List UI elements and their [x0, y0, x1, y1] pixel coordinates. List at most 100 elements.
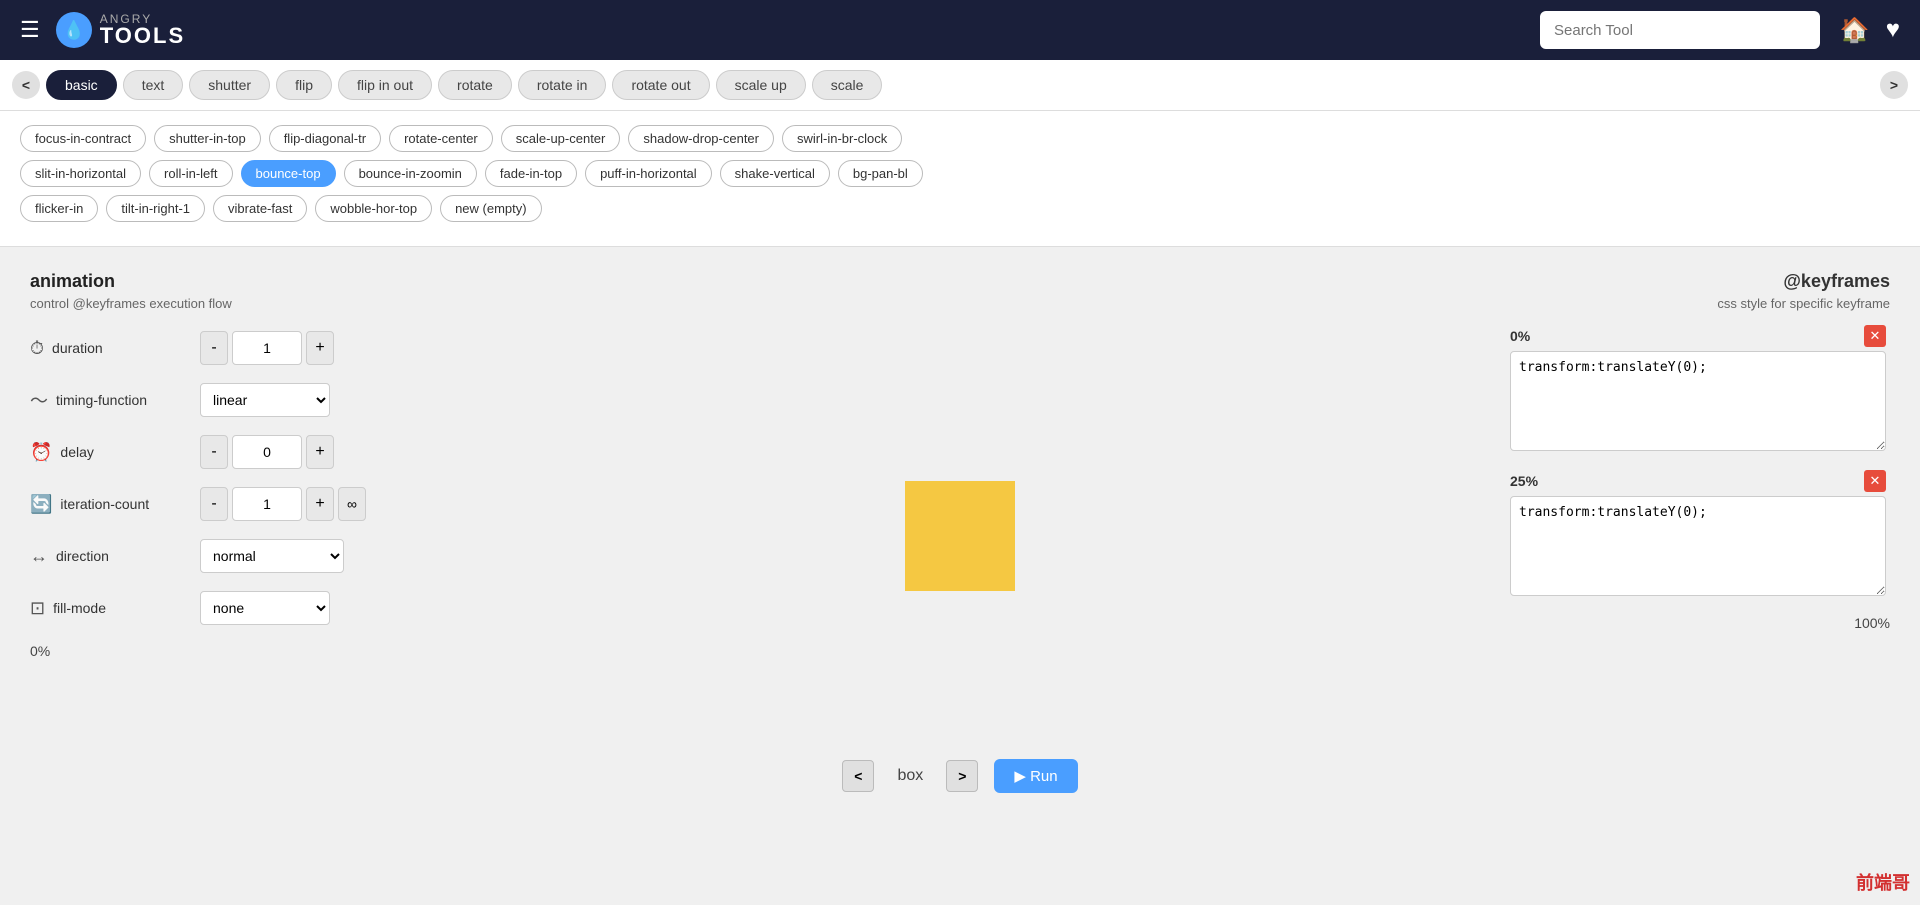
tab-bar: < basictextshutterflipflip in outrotater… [0, 60, 1920, 111]
direction-row: ↔ direction normalreversealternatealtern… [30, 539, 410, 573]
tag-flip-diagonal-tr[interactable]: flip-diagonal-tr [269, 125, 381, 152]
direction-select[interactable]: normalreversealternatealternate-reverse [200, 539, 344, 573]
controls-panel: animation control @keyframes execution f… [30, 271, 410, 823]
iteration-inf-button[interactable]: ∞ [338, 487, 366, 521]
duration-icon: ⏱ [30, 338, 44, 359]
tab-rotate-in[interactable]: rotate in [518, 70, 607, 100]
tag-swirl-in-br-clock[interactable]: swirl-in-br-clock [782, 125, 902, 152]
tab-rotate[interactable]: rotate [438, 70, 512, 100]
keyframes-subtitle: css style for specific keyframe [1510, 296, 1890, 311]
tag-puff-in-horizontal[interactable]: puff-in-horizontal [585, 160, 712, 187]
timing-function-select-wrap: lineareaseease-inease-outease-in-out [200, 383, 330, 417]
heart-icon[interactable]: ♥ [1886, 16, 1900, 44]
tag-rotate-center[interactable]: rotate-center [389, 125, 493, 152]
tab-scale-up[interactable]: scale up [716, 70, 806, 100]
preview-panel: < box > ▶ Run [440, 271, 1480, 823]
tag-new-empty[interactable]: new (empty) [440, 195, 542, 222]
tags-row: slit-in-horizontal roll-in-left bounce-top… [20, 160, 1900, 187]
iteration-input-group: - + ∞ [200, 487, 366, 521]
tag-shutter-in-top[interactable]: shutter-in-top [154, 125, 261, 152]
tab-container: basictextshutterflipflip in outrotaterot… [46, 70, 1874, 100]
iteration-input[interactable] [232, 487, 302, 521]
keyframe-block: 0% ✕ transform:translateY(0); [1510, 325, 1886, 456]
iteration-icon: 🔄 [30, 494, 52, 515]
tag-flicker-in[interactable]: flicker-in [20, 195, 98, 222]
delay-input[interactable] [232, 435, 302, 469]
run-button[interactable]: ▶ Run [994, 759, 1077, 793]
tag-fade-in-top[interactable]: fade-in-top [485, 160, 577, 187]
preview-prev-button[interactable]: < [842, 760, 874, 792]
search-container [1540, 11, 1820, 49]
tab-text[interactable]: text [123, 70, 184, 100]
keyframes-panel: @keyframes css style for specific keyfra… [1510, 271, 1890, 823]
duration-minus-button[interactable]: - [200, 331, 228, 365]
iteration-count-label: 🔄 iteration-count [30, 494, 190, 515]
watermark: 前端哥 [1856, 869, 1910, 895]
search-input[interactable] [1540, 11, 1820, 49]
tags-row: focus-in-contract shutter-in-top flip-diag… [20, 125, 1900, 152]
tab-next-button[interactable]: > [1880, 71, 1908, 99]
preview-label: box [890, 767, 930, 785]
tag-roll-in-left[interactable]: roll-in-left [149, 160, 232, 187]
delay-minus-button[interactable]: - [200, 435, 228, 469]
timing-function-select[interactable]: lineareaseease-inease-outease-in-out [200, 383, 330, 417]
tag-slit-in-horizontal[interactable]: slit-in-horizontal [20, 160, 141, 187]
tags-container: focus-in-contract shutter-in-top flip-diag… [20, 125, 1900, 222]
keyframe-delete-button[interactable]: ✕ [1864, 325, 1886, 347]
tag-shake-vertical[interactable]: shake-vertical [720, 160, 830, 187]
tag-bounce-top[interactable]: bounce-top [241, 160, 336, 187]
tab-flip[interactable]: flip [276, 70, 332, 100]
logo-text: ANGRY TOOLS [100, 13, 185, 47]
iteration-count-row: 🔄 iteration-count - + ∞ [30, 487, 410, 521]
tab-prev-button[interactable]: < [12, 71, 40, 99]
tag-vibrate-fast[interactable]: vibrate-fast [213, 195, 307, 222]
delay-icon: ⏰ [30, 442, 52, 463]
tag-scale-up-center[interactable]: scale-up-center [501, 125, 621, 152]
keyframe-textarea[interactable]: transform:translateY(0); [1510, 496, 1886, 596]
keyframe-block: 25% ✕ transform:translateY(0); [1510, 470, 1886, 601]
preview-box [905, 481, 1015, 591]
duration-plus-button[interactable]: + [306, 331, 334, 365]
preview-controls: < box > ▶ Run [842, 759, 1077, 793]
direction-select-wrap: normalreversealternatealternate-reverse [200, 539, 344, 573]
duration-label: ⏱ duration [30, 338, 190, 359]
tab-rotate-out[interactable]: rotate out [612, 70, 709, 100]
keyframe-textarea[interactable]: transform:translateY(0); [1510, 351, 1886, 451]
keyframes-title: @keyframes [1510, 271, 1890, 292]
iteration-plus-button[interactable]: + [306, 487, 334, 521]
fill-mode-label: ⊡ fill-mode [30, 598, 190, 619]
tag-tilt-in-right-1[interactable]: tilt-in-right-1 [106, 195, 205, 222]
tab-shutter[interactable]: shutter [189, 70, 270, 100]
tab-flip-in-out[interactable]: flip in out [338, 70, 432, 100]
logo: 💧 ANGRY TOOLS [56, 12, 185, 48]
delay-plus-button[interactable]: + [306, 435, 334, 469]
tags-area: focus-in-contract shutter-in-top flip-diag… [0, 111, 1920, 247]
logo-tools: TOOLS [100, 25, 185, 47]
tag-shadow-drop-center[interactable]: shadow-drop-center [628, 125, 774, 152]
tab-basic[interactable]: basic [46, 70, 117, 100]
keyframe-percent: 0% [1510, 328, 1530, 344]
tag-bg-pan-bl[interactable]: bg-pan-bl [838, 160, 923, 187]
keyframe-delete-button[interactable]: ✕ [1864, 470, 1886, 492]
keyframe-block-header: 0% ✕ [1510, 325, 1886, 347]
tag-wobble-hor-top[interactable]: wobble-hor-top [315, 195, 432, 222]
home-icon[interactable]: 🏠 [1840, 16, 1870, 45]
tag-focus-in-contract[interactable]: focus-in-contract [20, 125, 146, 152]
animation-subtitle: control @keyframes execution flow [30, 296, 410, 311]
keyframes-scroll[interactable]: 0% ✕ transform:translateY(0); 25% ✕ tran… [1510, 325, 1890, 615]
keyframes-header: @keyframes [1510, 271, 1890, 292]
header: ☰ 💧 ANGRY TOOLS 🏠 ♥ [0, 0, 1920, 60]
direction-icon: ↔ [30, 546, 48, 567]
delay-input-group: - + [200, 435, 334, 469]
keyframe-block-header: 25% ✕ [1510, 470, 1886, 492]
direction-label: ↔ direction [30, 546, 190, 567]
tab-scale[interactable]: scale [812, 70, 883, 100]
timing-function-label: 〜 timing-function [30, 387, 190, 413]
preview-next-button[interactable]: > [946, 760, 978, 792]
duration-input[interactable] [232, 331, 302, 365]
fill-mode-row: ⊡ fill-mode noneforwardsbackwardsboth [30, 591, 410, 625]
tag-bounce-in-zoomin[interactable]: bounce-in-zoomin [344, 160, 477, 187]
iteration-minus-button[interactable]: - [200, 487, 228, 521]
menu-icon[interactable]: ☰ [20, 17, 40, 43]
fill-mode-select[interactable]: noneforwardsbackwardsboth [200, 591, 330, 625]
